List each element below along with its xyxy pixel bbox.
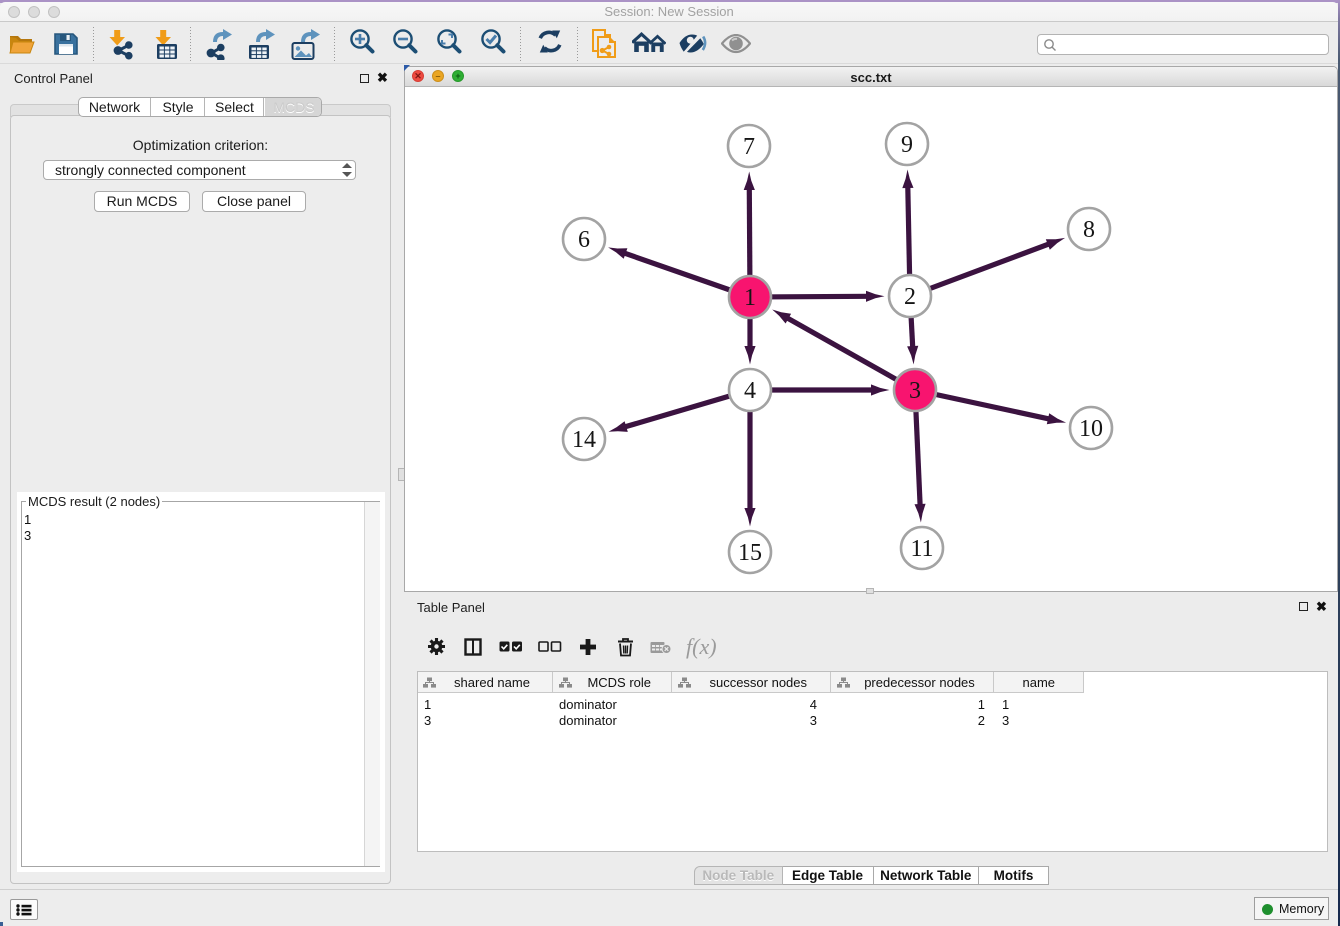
- svg-text:3: 3: [909, 378, 921, 404]
- svg-text:9: 9: [901, 132, 913, 158]
- svg-text:6: 6: [578, 227, 590, 253]
- svg-text:1: 1: [744, 285, 756, 311]
- svg-text:15: 15: [738, 540, 762, 566]
- svg-text:2: 2: [904, 284, 916, 310]
- svg-text:7: 7: [743, 134, 755, 160]
- svg-text:14: 14: [572, 427, 596, 453]
- svg-text:10: 10: [1079, 416, 1103, 442]
- svg-text:8: 8: [1083, 217, 1095, 243]
- svg-text:11: 11: [910, 536, 933, 562]
- svg-text:4: 4: [744, 378, 756, 404]
